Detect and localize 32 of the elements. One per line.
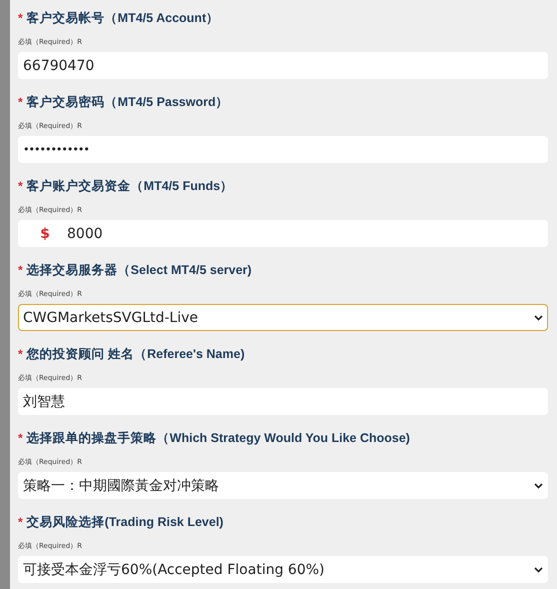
field-label: 您的投资顾问 姓名（Referee's Name) [26, 346, 245, 363]
required-asterisk: * [18, 515, 23, 529]
selected-option: CWGMarketsSVGLtd-Live [23, 310, 534, 326]
input-field[interactable]: $ 8000 [18, 220, 548, 247]
selected-option: 可接受本金浮亏60%(Accepted Floating 60%) [23, 560, 534, 578]
password-value: •••••••••••• [23, 143, 90, 156]
field-value: 刘智慧 [23, 392, 66, 410]
required-asterisk: * [18, 11, 23, 25]
required-asterisk: * [18, 263, 23, 277]
select-field[interactable]: CWGMarketsSVGLtd-Live [18, 304, 548, 331]
required-asterisk: * [18, 347, 23, 361]
field-label: 客户账户交易资金（MT4/5 Funds） [26, 178, 234, 195]
required-asterisk: * [18, 95, 23, 109]
required-asterisk: * [18, 179, 23, 193]
chevron-down-icon [534, 566, 543, 572]
input-field[interactable]: 刘智慧 [18, 388, 548, 415]
field-label: 交易风险选择(Trading Risk Level) [26, 514, 224, 531]
chevron-down-icon [534, 314, 543, 320]
field-value: 8000 [67, 226, 104, 242]
field-label: 客户交易密码（MT4/5 Password） [26, 94, 229, 111]
field-label: 选择跟单的操盘手策略（Which Strategy Would You Like Choose) [26, 430, 410, 447]
required-asterisk: * [18, 431, 23, 445]
input-field[interactable]: •••••••••••• [18, 136, 548, 163]
currency-symbol: $ [39, 226, 51, 242]
input-field[interactable]: 66790470 [18, 52, 548, 79]
selected-option: 策略一：中期國際黃金对冲策略 [23, 476, 534, 494]
field-value: 66790470 [23, 58, 96, 74]
select-field[interactable]: 策略一：中期國際黃金对冲策略 [18, 472, 548, 499]
select-field[interactable]: 可接受本金浮亏60%(Accepted Floating 60%) [18, 556, 548, 583]
chevron-down-icon [534, 482, 543, 488]
field-label: 选择交易服务器（Select MT4/5 server) [26, 262, 252, 279]
field-label: 客户交易帐号（MT4/5 Account） [26, 10, 220, 27]
